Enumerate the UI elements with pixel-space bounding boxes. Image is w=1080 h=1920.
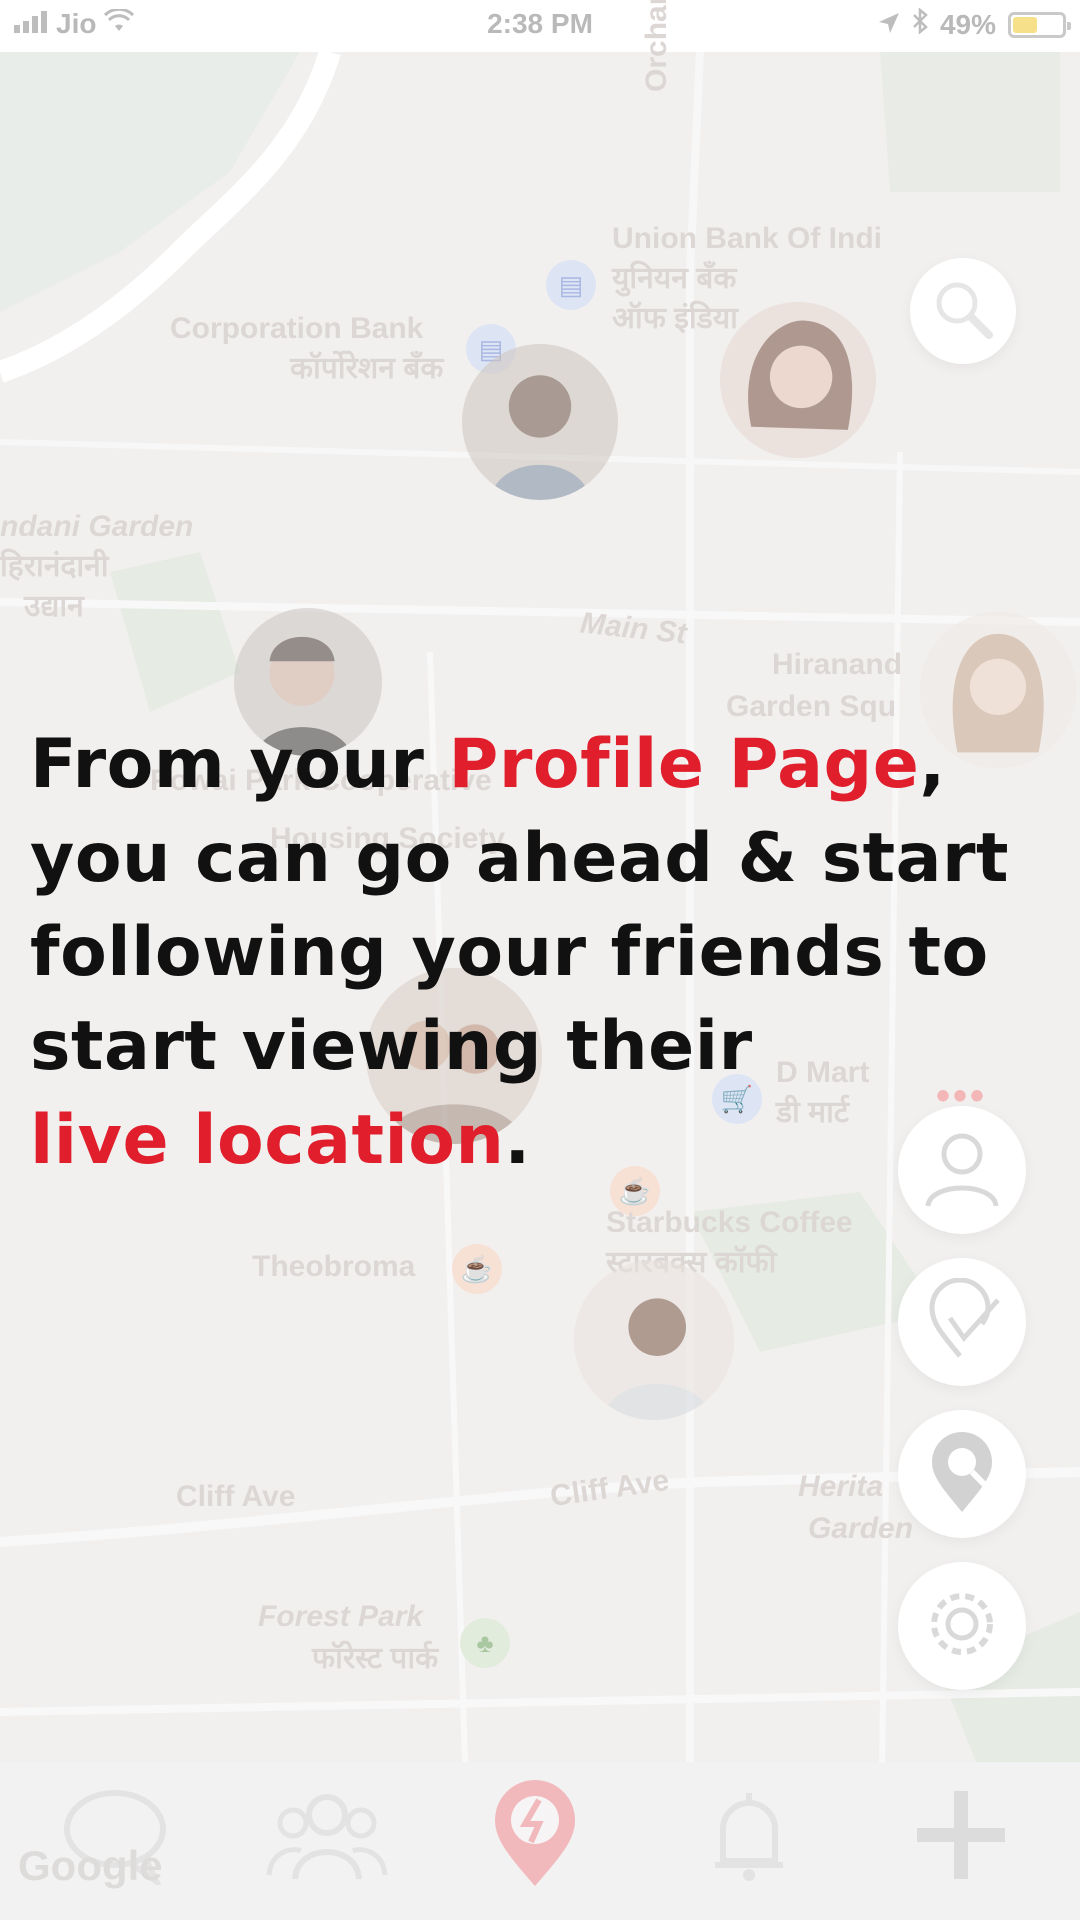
friend-avatar[interactable] xyxy=(720,302,876,458)
map-label-garden-hi-2: उद्यान xyxy=(24,590,84,623)
tree-poi-icon: ♣ xyxy=(460,1618,510,1668)
map-label-heritage-1: Herita xyxy=(798,1470,884,1503)
google-attribution: Google xyxy=(18,1842,163,1889)
onboarding-caption: From your Profile Page, you can go ahead… xyxy=(30,718,1070,1188)
status-bar: Jio 2:38 PM 49% xyxy=(0,0,1080,52)
location-search-button[interactable] xyxy=(898,1410,1026,1538)
friend-avatar[interactable] xyxy=(574,1260,734,1420)
caption-text: , xyxy=(919,725,946,804)
battery-percent: 49% xyxy=(939,8,996,40)
map-label-union-bank-hi-2: ऑफ इंडिया xyxy=(612,302,738,335)
search-icon xyxy=(931,277,995,346)
cafe-poi-icon-2: ☕ xyxy=(452,1244,502,1294)
map-label-hiranand-1: Hiranand xyxy=(772,648,903,681)
settings-gear-icon xyxy=(920,1582,1004,1671)
caption-line-1: From your Profile Page, xyxy=(30,718,1070,812)
location-arrow-icon xyxy=(878,9,900,41)
map-label-starbucks: Starbucks Coffee xyxy=(606,1206,853,1239)
caption-line-4: start viewing their xyxy=(30,1007,753,1086)
bluetooth-icon xyxy=(912,7,928,41)
settings-button[interactable] xyxy=(898,1562,1026,1690)
tab-add[interactable] xyxy=(896,1772,1026,1902)
battery-icon xyxy=(1008,11,1071,38)
caption-line-3: following your friends to xyxy=(30,913,989,992)
battery-level xyxy=(1013,16,1037,33)
checkin-button[interactable] xyxy=(898,1258,1026,1386)
tab-notifications[interactable] xyxy=(684,1772,814,1902)
map-label-union-bank-hi-1: युनियन बँक xyxy=(612,262,737,295)
friends-icon xyxy=(265,1785,389,1890)
caption-text: From your xyxy=(30,725,449,804)
location-search-icon xyxy=(920,1430,1004,1519)
bottom-tab-bar xyxy=(0,1762,1080,1920)
map-label-heritage-2: Garden xyxy=(808,1512,914,1545)
status-right: 49% xyxy=(878,7,1071,41)
map-label-forest-park: Forest Park xyxy=(258,1600,424,1633)
map-label-union-bank: Union Bank Of Indi xyxy=(612,222,882,255)
app-logo-icon xyxy=(487,1779,583,1895)
map-label-corporation-bank-hi: कॉर्पोरेशन बँक xyxy=(290,352,444,385)
map-search-button[interactable] xyxy=(910,258,1016,364)
caption-text: . xyxy=(504,1101,531,1180)
app-screen: Jio 2:38 PM 49% Orchard Union Bank Of In… xyxy=(0,0,1080,1920)
map-label-orchard: Orchard xyxy=(640,0,673,92)
map-label-forest-park-hi: फॉरेस्ट पार्क xyxy=(312,1642,439,1675)
add-plus-icon xyxy=(913,1787,1009,1888)
map-label-cliff-ave-1: Cliff Ave xyxy=(176,1480,296,1513)
friend-avatar[interactable] xyxy=(462,344,618,500)
tab-home-logo[interactable] xyxy=(470,1772,600,1902)
caption-highlight-live-location: live location xyxy=(30,1101,505,1180)
map-label-theobroma: Theobroma xyxy=(252,1250,416,1283)
map-label-garden: ndani Garden xyxy=(0,510,194,543)
notifications-bell-icon xyxy=(709,1785,789,1890)
caption-highlight-profile-page: Profile Page xyxy=(448,725,920,804)
map-label-garden-hi-1: हिरानंदानी xyxy=(0,550,109,583)
bank-poi-icon: ▤ xyxy=(546,260,596,310)
map-label-corporation-bank: Corporation Bank xyxy=(170,312,424,345)
tab-friends[interactable] xyxy=(262,1772,392,1902)
checkin-icon xyxy=(920,1277,1004,1367)
caption-line-2: you can go ahead & start xyxy=(30,819,1010,898)
caption-line-5: live location. xyxy=(30,1094,1070,1188)
